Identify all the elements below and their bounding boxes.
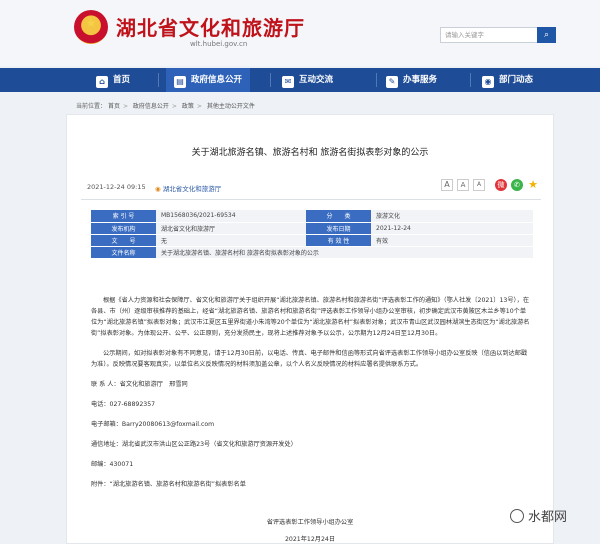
site-url: wlt.hubei.gov.cn: [190, 40, 248, 48]
font-size-medium-button[interactable]: A: [457, 179, 469, 191]
breadcrumb-policy[interactable]: 政策: [182, 103, 194, 110]
value-file-name: 关于湖北旅游名镇、旅游名村和 旅游名街拟表彰对象的公示: [156, 246, 533, 259]
divider: [81, 199, 541, 200]
postcode: 邮编：430071: [91, 461, 134, 468]
nav-divider: [158, 73, 159, 87]
nav-item-interaction[interactable]: ✉ 互动交流: [282, 68, 333, 92]
label-validity: 有 效 性: [306, 234, 371, 247]
table-row: 发布机构 湖北省文化和旅游厅 发布日期 2021-12-24: [91, 222, 533, 235]
label-index-no: 索 引 号: [91, 210, 156, 223]
article-title: 关于湖北旅游名镇、旅游名村和 旅游名街拟表彰对象的公示: [191, 148, 429, 158]
document-icon: ▤: [174, 76, 186, 88]
value-publisher: 湖北省文化和旅游厅: [156, 222, 306, 235]
breadcrumb: 当前位置： 首页 > 政府信息公开 > 政策 > 其他主动公开文件: [76, 103, 255, 110]
font-size-large-button[interactable]: A: [441, 179, 453, 191]
wechat-share-icon[interactable]: ✆: [511, 179, 523, 191]
nav-divider: [470, 73, 471, 87]
label-publish-date: 发布日期: [306, 222, 371, 235]
article-body: 根据《省人力资源和社会保障厅、省文化和旅游厅关于组织开展“湖北旅游名镇、旅游名村…: [91, 295, 531, 499]
label-publisher: 发布机构: [91, 222, 156, 235]
value-publish-date: 2021-12-24: [371, 222, 533, 235]
nav-label: 互动交流: [299, 75, 334, 85]
value-category: 旅游文化: [371, 210, 533, 223]
nav-label: 部门动态: [499, 75, 534, 85]
nav-divider: [270, 73, 271, 87]
contact-address: 通信地址：湖北省武汉市洪山区公正路23号（省文化和旅游厅资源开发处）: [91, 441, 297, 448]
paragraph: 公示期间，如对拟表彰对象有不同意见，请于12月30日前，以电话、传真、电子邮件和…: [91, 350, 528, 368]
value-index-no: MB1568036/2021-69534: [156, 210, 306, 223]
nav-item-services[interactable]: ✎ 办事服务: [386, 68, 437, 92]
signature-date: 2021年12月24日: [284, 536, 336, 543]
source-label: ◉ 湖北省文化和旅游厅: [155, 183, 221, 193]
nav-item-home[interactable]: ⌂ 首页: [96, 68, 130, 92]
site-header: ★ 湖北省文化和旅游厅 wlt.hubei.gov.cn 请输入关键字 ⌕: [0, 0, 600, 66]
info-table: 索 引 号 MB1568036/2021-69534 分 类 旅游文化 发布机构…: [91, 210, 533, 259]
national-emblem-icon: ★: [74, 10, 108, 44]
paragraph: 根据《省人力资源和社会保障厅、省文化和旅游厅关于组织开展“湖北旅游名镇、旅游名村…: [91, 297, 530, 337]
breadcrumb-gov-info[interactable]: 政府信息公开: [133, 103, 169, 110]
watermark: 水都网: [510, 506, 567, 525]
search-icon[interactable]: ⌕: [537, 27, 556, 43]
nav-label: 办事服务: [403, 75, 438, 85]
news-icon: ◉: [482, 76, 494, 88]
breadcrumb-prefix: 当前位置：: [76, 103, 107, 110]
nav-label: 首页: [113, 75, 131, 85]
label-doc-number: 文 号: [91, 234, 156, 247]
article-meta: 2021-12-24 09:15 ◉ 湖北省文化和旅游厅 A A A 微 ✆ ★: [81, 179, 541, 197]
nav-divider: [376, 73, 377, 87]
signature-org: 省评选表彰工作领导小组办公室: [266, 519, 354, 526]
attachment-link[interactable]: 附件：“湖北旅游名镇、旅游名村和旅游名街”拟表彰名单: [91, 479, 531, 490]
label-category: 分 类: [306, 210, 371, 223]
contact-phone: 电话：027-68892357: [91, 401, 156, 408]
main-nav: ⌂ 首页 ▤ 政府信息公开 ✉ 互动交流 ✎ 办事服务 ◉ 部门动态: [0, 68, 600, 92]
favorite-star-icon[interactable]: ★: [527, 179, 539, 191]
contact-person: 联 系 人：省文化和旅游厅 邢雪同: [91, 381, 188, 388]
contact-email[interactable]: 电子邮箱：Barry20080613@foxmail.com: [91, 419, 531, 430]
label-file-name: 文件名称: [91, 246, 156, 259]
table-row: 文件名称 关于湖北旅游名镇、旅游名村和 旅游名街拟表彰对象的公示: [91, 246, 533, 259]
table-row: 索 引 号 MB1568036/2021-69534 分 类 旅游文化: [91, 210, 533, 223]
service-icon: ✎: [386, 76, 398, 88]
value-doc-number: 无: [156, 234, 306, 247]
font-size-small-button[interactable]: A: [473, 179, 485, 191]
nav-item-department-news[interactable]: ◉ 部门动态: [482, 68, 533, 92]
site-title[interactable]: 湖北省文化和旅游厅: [116, 12, 305, 41]
value-validity: 有效: [371, 234, 533, 247]
nav-label: 政府信息公开: [191, 75, 243, 85]
weibo-share-icon[interactable]: 微: [495, 179, 507, 191]
breadcrumb-home[interactable]: 首页: [108, 103, 120, 110]
article-card: 关于湖北旅游名镇、旅游名村和 旅游名街拟表彰对象的公示 2021-12-24 0…: [66, 114, 554, 544]
wechat-channel-icon: [510, 509, 524, 523]
table-row: 文 号 无 有 效 性 有效: [91, 234, 533, 247]
breadcrumb-other-files[interactable]: 其他主动公开文件: [207, 103, 255, 110]
home-icon: ⌂: [96, 76, 108, 88]
publish-date: 2021-12-24 09:15: [87, 183, 146, 191]
source-name: 湖北省文化和旅游厅: [162, 185, 222, 193]
chat-icon: ✉: [282, 76, 294, 88]
source-icon: ◉: [155, 185, 163, 193]
nav-item-gov-info[interactable]: ▤ 政府信息公开: [166, 68, 251, 92]
watermark-text: 水都网: [528, 510, 568, 525]
